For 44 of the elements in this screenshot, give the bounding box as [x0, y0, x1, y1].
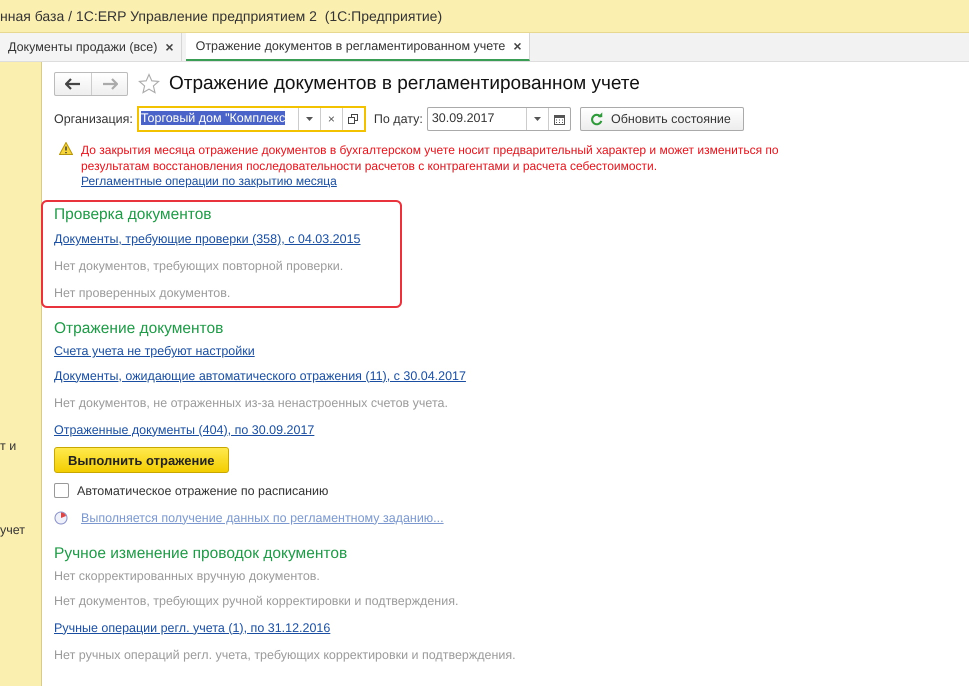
dropdown-icon[interactable]	[306, 117, 313, 121]
refresh-icon	[590, 112, 604, 126]
warning-icon	[59, 142, 73, 155]
field-value: Торговый дом "Комплекс	[140, 111, 286, 125]
warning-text: До закрытия месяца отражение документов в бухгалтерском учете носит предварительный характер и может измениться по результатам восстановления последовательности расчетов с контрагентами и расчета себестоимости.	[81, 142, 780, 174]
close-icon[interactable]: ×	[165, 39, 174, 55]
right-arrow-icon	[102, 78, 118, 90]
info-text: Нет ручных операций регл. учета, требующих корректировки и подтверждения.	[54, 648, 516, 662]
calendar-icon[interactable]	[554, 114, 565, 124]
form-title: Отражение документов в регламентированном учете	[169, 73, 640, 95]
field-label: Организация:	[54, 112, 133, 126]
refresh-button[interactable]: Обновить состояние	[580, 107, 744, 131]
link[interactable]: Документы, требующие проверки (358), с 04.03.2015	[54, 232, 360, 246]
open-icon[interactable]	[348, 114, 358, 124]
tab[interactable]: Отражение документов в регламентированном учете ×	[186, 33, 530, 61]
star-icon[interactable]	[138, 73, 160, 95]
sidebar-item[interactable]: учет	[0, 523, 41, 537]
link[interactable]: Отраженные документы (404), по 30.09.2017	[54, 422, 314, 436]
field-value: 30.09.2017	[432, 111, 494, 125]
checkbox[interactable]	[54, 483, 69, 498]
window-title: нная база / 1С:ERP Управление предприятием 2 (1С:Предприятие)	[0, 7, 442, 26]
info-text: Нет скорректированных вручную документов.	[54, 569, 320, 583]
link[interactable]: Документы, ожидающие автоматического отражения (11), с 30.04.2017	[54, 368, 466, 382]
section-heading: Проверка документов	[54, 205, 213, 225]
info-text: Нет документов, требующих ручной корректировки и подтверждения.	[54, 594, 458, 608]
run-button[interactable]: Выполнить отражение	[54, 447, 229, 473]
section-heading: Отражение документов	[54, 319, 224, 339]
link[interactable]: Счета учета не требуют настройки	[54, 344, 255, 358]
info-text: Нет проверенных документов.	[54, 286, 230, 300]
info-text: Нет документов, требующих повторной проверки.	[54, 258, 344, 272]
organization-field[interactable]: Торговый дом "Комплекс ×	[136, 106, 366, 132]
date-field[interactable]: 30.09.2017	[426, 107, 571, 131]
close-icon[interactable]: ×	[513, 38, 522, 54]
checkbox-label[interactable]: Автоматическое отражение по расписанию	[77, 484, 328, 498]
left-arrow-icon	[65, 78, 81, 90]
clear-icon[interactable]: ×	[328, 112, 335, 126]
link[interactable]: Регламентные операции по закрытию месяца	[81, 174, 809, 188]
info-text: Нет документов, не отраженных из-за ненастроенных счетов учета.	[54, 396, 448, 410]
section-heading: Ручное изменение проводок документов	[54, 544, 348, 564]
link[interactable]: Ручные операции регл. учета (1), по 31.12.2016	[54, 620, 330, 634]
sidebar-item[interactable]: т и	[0, 439, 41, 453]
dropdown-icon[interactable]	[534, 117, 541, 121]
field-label: По дату:	[374, 112, 423, 126]
loading-icon	[54, 510, 68, 524]
